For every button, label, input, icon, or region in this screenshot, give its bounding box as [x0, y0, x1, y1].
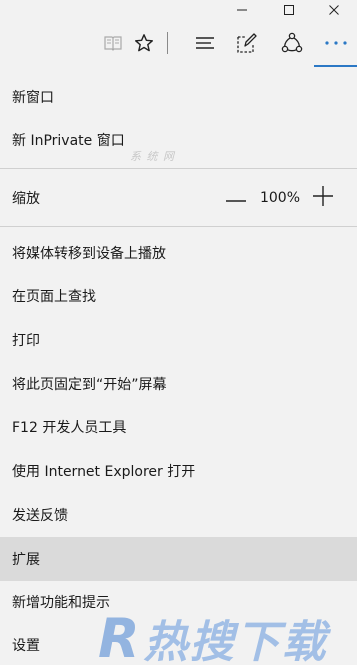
menu-item-label: 发送反馈	[12, 508, 68, 524]
maximize-button[interactable]	[266, 0, 312, 19]
minus-icon	[226, 190, 246, 206]
favorite-button[interactable]	[128, 27, 160, 59]
menu-item-label: 使用 Internet Explorer 打开	[12, 464, 196, 480]
site-watermark-logo: R 热搜下载	[98, 606, 328, 665]
edge-window: 新窗口 新 InPrivate 窗口 缩放 100% 将媒体转移到设备上播放 在…	[0, 0, 357, 665]
menu-item-label: 设置	[12, 638, 40, 654]
menu-divider	[0, 226, 357, 227]
browser-toolbar	[0, 19, 357, 67]
web-note-button[interactable]	[231, 27, 263, 59]
menu-item-label: 扩展	[12, 552, 40, 568]
menu-item-print[interactable]: 打印	[0, 320, 357, 360]
toolbar-divider	[167, 32, 168, 54]
watermark-logo-text: 热搜下载	[143, 617, 328, 665]
title-bar	[0, 0, 357, 19]
menu-item-new-window[interactable]: 新窗口	[0, 77, 357, 117]
menu-item-extensions[interactable]: 扩展	[0, 537, 357, 581]
watermark-small: 系 统 网	[130, 150, 175, 163]
menu-item-zoom: 缩放 100%	[0, 178, 357, 218]
menu-item-open-with-ie[interactable]: 使用 Internet Explorer 打开	[0, 451, 357, 491]
menu-item-label: 新 InPrivate 窗口	[12, 133, 125, 149]
menu-item-send-feedback[interactable]: 发送反馈	[0, 495, 357, 535]
zoom-in-button[interactable]	[311, 178, 335, 218]
reading-view-icon	[103, 34, 123, 52]
menu-item-new-inprivate[interactable]: 新 InPrivate 窗口	[0, 120, 357, 160]
close-icon	[328, 4, 340, 16]
menu-item-label: 新增功能和提示	[12, 595, 110, 611]
share-icon	[281, 32, 303, 54]
zoom-level: 100%	[259, 190, 301, 206]
reading-view-button[interactable]	[97, 27, 129, 59]
minimize-button[interactable]	[219, 0, 265, 19]
menu-item-label: 打印	[12, 333, 40, 349]
menu-item-f12-tools[interactable]: F12 开发人员工具	[0, 407, 357, 447]
hub-button[interactable]	[189, 27, 221, 59]
menu-item-label: 在页面上查找	[12, 289, 96, 305]
watermark-logo-letter: R	[98, 606, 142, 665]
maximize-icon	[283, 4, 295, 16]
favorite-star-icon	[134, 33, 154, 53]
menu-item-label: F12 开发人员工具	[12, 420, 127, 436]
menu-item-find-on-page[interactable]: 在页面上查找	[0, 276, 357, 316]
close-button[interactable]	[311, 0, 357, 19]
menu-divider	[0, 168, 357, 169]
minimize-icon	[236, 4, 248, 16]
web-note-icon	[236, 32, 258, 54]
more-actions-active-indicator	[314, 65, 357, 67]
menu-item-label: 将媒体转移到设备上播放	[12, 246, 166, 262]
zoom-label: 缩放	[12, 191, 40, 207]
menu-item-pin-to-start[interactable]: 将此页固定到“开始”屏幕	[0, 364, 357, 404]
more-actions-button[interactable]	[320, 27, 352, 59]
menu-item-cast-media[interactable]: 将媒体转移到设备上播放	[0, 233, 357, 273]
zoom-out-button[interactable]	[224, 178, 248, 218]
more-actions-menu: 新窗口 新 InPrivate 窗口 缩放 100% 将媒体转移到设备上播放 在…	[0, 68, 357, 665]
share-button[interactable]	[276, 27, 308, 59]
more-actions-icon	[324, 40, 348, 46]
hub-icon	[195, 35, 215, 51]
plus-icon	[313, 186, 333, 210]
menu-item-label: 将此页固定到“开始”屏幕	[12, 377, 167, 393]
menu-item-label: 新窗口	[12, 90, 54, 106]
